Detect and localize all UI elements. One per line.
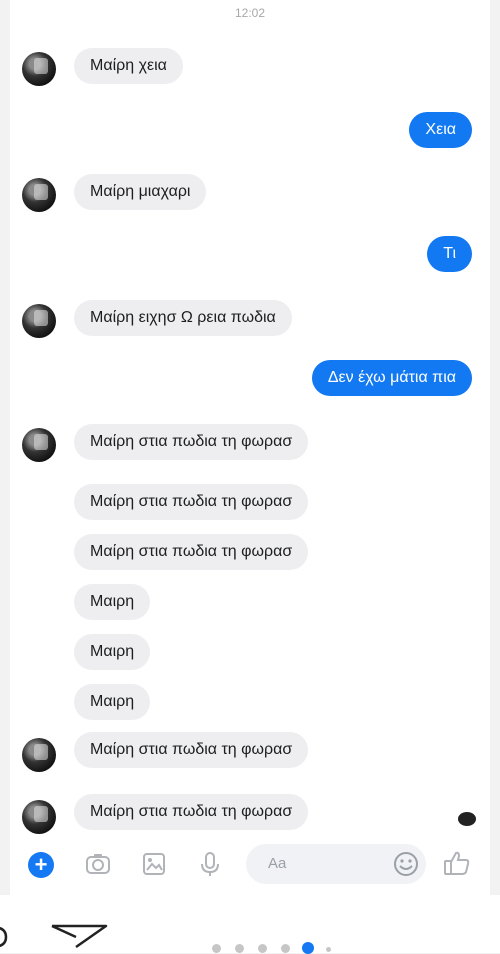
post-footer	[0, 895, 500, 953]
contact-avatar[interactable]	[22, 52, 56, 86]
incoming-message[interactable]: Μαίρη ειχησ Ω ρεια πωδια	[74, 300, 292, 336]
incoming-message[interactable]: Μαίρη στια πωδια τη φωρασ	[74, 484, 309, 520]
carousel-dot	[326, 947, 331, 952]
incoming-message[interactable]: Μαίρη στια πωδια τη φωρασ	[74, 534, 309, 570]
incoming-message[interactable]: Μαίρη στια πωδια τη φωρασ	[74, 732, 309, 768]
contact-avatar[interactable]	[22, 800, 56, 834]
carousel-dot	[212, 944, 221, 953]
outgoing-message[interactable]: Τι	[427, 236, 472, 272]
gallery-icon[interactable]	[140, 850, 168, 878]
emoji-icon[interactable]	[392, 850, 420, 878]
message-input-placeholder: Aa	[268, 855, 287, 872]
seen-avatar	[458, 812, 476, 826]
share-icon[interactable]	[50, 923, 108, 949]
incoming-message[interactable]: Μαίρη μιαχαρι	[74, 174, 207, 210]
contact-avatar[interactable]	[22, 304, 56, 338]
incoming-message[interactable]: Μαιρη	[74, 684, 151, 720]
plus-icon[interactable]: +	[28, 852, 54, 878]
chat-screen: 12:02 Μαίρη χεια Χεια Μαίρη μιαχαρι Τι Μ…	[10, 0, 490, 895]
carousel-dot	[258, 944, 267, 953]
outgoing-message[interactable]: Χεια	[409, 112, 472, 148]
incoming-message[interactable]: Μαίρη στια πωδια τη φωρασ	[74, 424, 309, 460]
contact-avatar[interactable]	[22, 178, 56, 212]
incoming-message[interactable]: Μαίρη χεια	[74, 48, 183, 84]
contact-avatar[interactable]	[22, 428, 56, 462]
message-composer: + Aa	[10, 838, 490, 892]
thumbs-up-icon[interactable]	[442, 848, 472, 878]
carousel-dot	[235, 944, 244, 953]
outgoing-message[interactable]: Δεν έχω μάτια πια	[311, 360, 472, 396]
comment-icon[interactable]	[0, 925, 10, 949]
camera-icon[interactable]	[84, 850, 112, 878]
message-input[interactable]: Aa	[246, 844, 426, 884]
carousel-dot-active	[302, 942, 314, 954]
incoming-message[interactable]: Μαιρη	[74, 584, 151, 620]
carousel-dot	[281, 944, 290, 953]
microphone-icon[interactable]	[196, 850, 224, 878]
incoming-message[interactable]: Μαίρη στια πωδια τη φωρασ	[74, 794, 309, 830]
contact-avatar[interactable]	[22, 738, 56, 772]
incoming-message[interactable]: Μαιρη	[74, 634, 151, 670]
message-timestamp: 12:02	[234, 6, 266, 20]
